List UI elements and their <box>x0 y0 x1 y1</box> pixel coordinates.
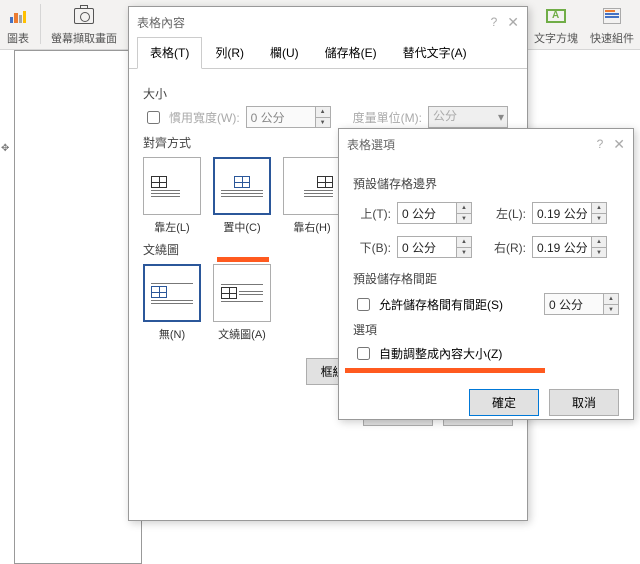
wrap-around-thumb[interactable] <box>213 264 271 322</box>
spin-up-icon[interactable]: ▲ <box>456 202 472 213</box>
table-corner-handle[interactable]: ✥ <box>1 143 9 154</box>
quickparts-icon <box>600 4 624 28</box>
spacing-input[interactable] <box>544 293 604 315</box>
align-right-thumb[interactable] <box>283 157 341 215</box>
table-options-dialog: 表格選項 ? ✕ 預設儲存格邊界 上(T): ▲▼ 左(L): ▲▼ <box>338 128 634 420</box>
spin-down-icon[interactable]: ▼ <box>456 213 472 224</box>
wrap-none-thumb[interactable] <box>143 264 201 322</box>
camera-icon <box>72 4 96 28</box>
margin-right-spinner[interactable]: ▲▼ <box>532 236 607 258</box>
options-cancel-button[interactable]: 取消 <box>549 389 619 416</box>
highlight-align-center <box>217 257 269 262</box>
ribbon-quickparts-label: 快速組件 <box>590 30 634 46</box>
highlight-autofit <box>345 368 545 373</box>
margin-right-input[interactable] <box>532 236 592 258</box>
preferred-width-input[interactable] <box>246 106 316 128</box>
textbox-icon <box>544 4 568 28</box>
margin-top-spinner[interactable]: ▲▼ <box>397 202 472 224</box>
autofit-label: 自動調整成內容大小(Z) <box>379 345 502 362</box>
help-icon[interactable]: ? <box>491 15 498 29</box>
ribbon-chart-label: 圖表 <box>7 30 29 46</box>
dialog-title: 表格內容 <box>137 14 491 31</box>
spin-up-icon[interactable]: ▲ <box>591 236 607 247</box>
tab-alt-text[interactable]: 替代文字(A) <box>390 37 480 68</box>
spin-down-icon[interactable]: ▼ <box>315 117 331 128</box>
spin-down-icon[interactable]: ▼ <box>591 213 607 224</box>
margin-top-label: 上(T): <box>353 205 391 222</box>
tab-table[interactable]: 表格(T) <box>137 37 202 69</box>
ribbon-quickparts[interactable]: 快速組件 <box>584 2 640 48</box>
autofit-checkbox[interactable] <box>357 347 370 360</box>
align-right-label: 靠右(H) <box>293 219 330 235</box>
size-group-label: 大小 <box>143 85 513 102</box>
spin-down-icon[interactable]: ▼ <box>603 304 619 315</box>
options-ok-button[interactable]: 確定 <box>469 389 539 416</box>
cell-spacing-group-label: 預設儲存格間距 <box>353 270 619 287</box>
ribbon-textbox-label: 文字方塊 <box>534 30 578 46</box>
ribbon-chart[interactable]: 圖表 <box>0 2 36 48</box>
preferred-width-spinner[interactable]: ▲▼ <box>246 106 331 128</box>
ribbon-separator <box>40 4 41 44</box>
margin-bottom-spinner[interactable]: ▲▼ <box>397 236 472 258</box>
spin-up-icon[interactable]: ▲ <box>456 236 472 247</box>
spin-up-icon[interactable]: ▲ <box>603 293 619 304</box>
dialog-titlebar[interactable]: 表格內容 ? ✕ <box>129 7 527 37</box>
wrap-none-label: 無(N) <box>159 326 185 342</box>
options-dialog-title: 表格選項 <box>347 136 597 153</box>
help-icon[interactable]: ? <box>597 137 604 151</box>
measure-unit-select[interactable]: 公分 <box>428 106 508 128</box>
wrap-around-label: 文繞圖(A) <box>218 326 266 342</box>
ribbon-textbox[interactable]: 文字方塊 <box>528 2 584 48</box>
close-icon[interactable]: ✕ <box>507 14 519 31</box>
spin-up-icon[interactable]: ▲ <box>315 106 331 117</box>
document-page: ✥ <box>14 50 142 564</box>
margin-left-input[interactable] <box>532 202 592 224</box>
measure-unit-label: 度量單位(M): <box>353 109 422 126</box>
allow-spacing-label: 允許儲存格間有間距(S) <box>379 296 503 313</box>
align-center-label: 置中(C) <box>223 219 260 235</box>
close-icon[interactable]: ✕ <box>613 136 625 153</box>
spin-down-icon[interactable]: ▼ <box>456 247 472 258</box>
options-dialog-titlebar[interactable]: 表格選項 ? ✕ <box>339 129 633 159</box>
spacing-spinner[interactable]: ▲▼ <box>544 293 619 315</box>
chart-icon <box>6 4 30 28</box>
spin-down-icon[interactable]: ▼ <box>591 247 607 258</box>
ribbon-screenshot-label: 螢幕擷取畫面 <box>51 30 117 46</box>
ribbon-screenshot[interactable]: 螢幕擷取畫面 <box>45 2 123 48</box>
align-left-label: 靠左(L) <box>154 219 189 235</box>
margin-left-spinner[interactable]: ▲▼ <box>532 202 607 224</box>
align-center-thumb[interactable] <box>213 157 271 215</box>
tab-column[interactable]: 欄(U) <box>257 37 312 68</box>
margin-top-input[interactable] <box>397 202 457 224</box>
preferred-width-label: 慣用寬度(W): <box>169 109 240 126</box>
margin-right-label: 右(R): <box>488 239 526 256</box>
tab-row[interactable]: 列(R) <box>202 37 257 68</box>
spin-up-icon[interactable]: ▲ <box>591 202 607 213</box>
margin-bottom-label: 下(B): <box>353 239 391 256</box>
tab-cell[interactable]: 儲存格(E) <box>312 37 390 68</box>
align-left-thumb[interactable] <box>143 157 201 215</box>
dialog-tabs: 表格(T) 列(R) 欄(U) 儲存格(E) 替代文字(A) <box>129 37 527 69</box>
margin-left-label: 左(L): <box>488 205 526 222</box>
margin-bottom-input[interactable] <box>397 236 457 258</box>
allow-spacing-checkbox[interactable] <box>357 298 370 311</box>
options-group-label: 選項 <box>353 321 619 338</box>
cell-margin-group-label: 預設儲存格邊界 <box>353 175 619 192</box>
preferred-width-checkbox[interactable] <box>147 111 160 124</box>
